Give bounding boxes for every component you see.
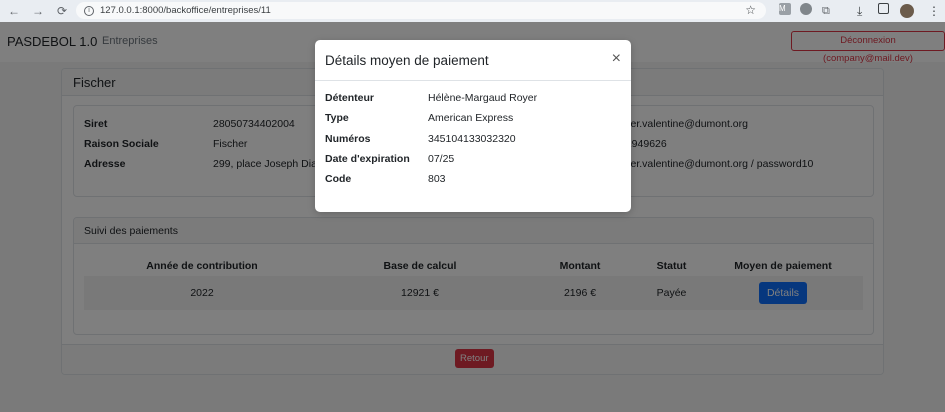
detail-label: Numéros <box>325 133 371 145</box>
side-panel-icon[interactable] <box>878 3 889 14</box>
detail-value: 07/25 <box>428 153 455 165</box>
download-icon[interactable]: ⤓ <box>857 3 862 19</box>
detail-value: American Express <box>428 112 514 124</box>
extension-m-icon[interactable]: M <box>779 3 791 15</box>
browser-toolbar: ← → ⟳ i 127.0.0.1:8000/backoffice/entrep… <box>0 0 945 22</box>
browser-menu-icon[interactable]: ⋮ <box>928 3 940 19</box>
address-bar[interactable]: i 127.0.0.1:8000/backoffice/entreprises/… <box>76 2 766 19</box>
modal-title: Détails moyen de paiement <box>325 53 489 68</box>
detail-value: 345104133032320 <box>428 133 516 145</box>
forward-icon[interactable]: → <box>32 5 44 17</box>
address-url: 127.0.0.1:8000/backoffice/entreprises/11 <box>100 5 271 16</box>
profile-avatar[interactable] <box>900 4 914 18</box>
extension-circle-icon[interactable] <box>800 3 812 15</box>
reload-icon[interactable]: ⟳ <box>56 5 68 17</box>
detail-label: Type <box>325 112 349 124</box>
extensions-puzzle-icon[interactable]: ⧉ <box>822 3 830 19</box>
modal-header: Détails moyen de paiement × <box>315 40 631 81</box>
close-icon[interactable]: × <box>612 51 621 67</box>
detail-label: Détenteur <box>325 92 375 104</box>
site-info-icon[interactable]: i <box>84 5 94 16</box>
detail-value: Hélène-Margaud Royer <box>428 92 538 104</box>
back-icon[interactable]: ← <box>8 5 20 17</box>
detail-value: 803 <box>428 173 446 185</box>
bookmark-star-icon[interactable]: ☆ <box>745 3 756 17</box>
detail-label: Date d'expiration <box>325 153 410 165</box>
detail-label: Code <box>325 173 352 185</box>
payment-details-modal: Détails moyen de paiement × Détenteur Hé… <box>315 40 631 212</box>
